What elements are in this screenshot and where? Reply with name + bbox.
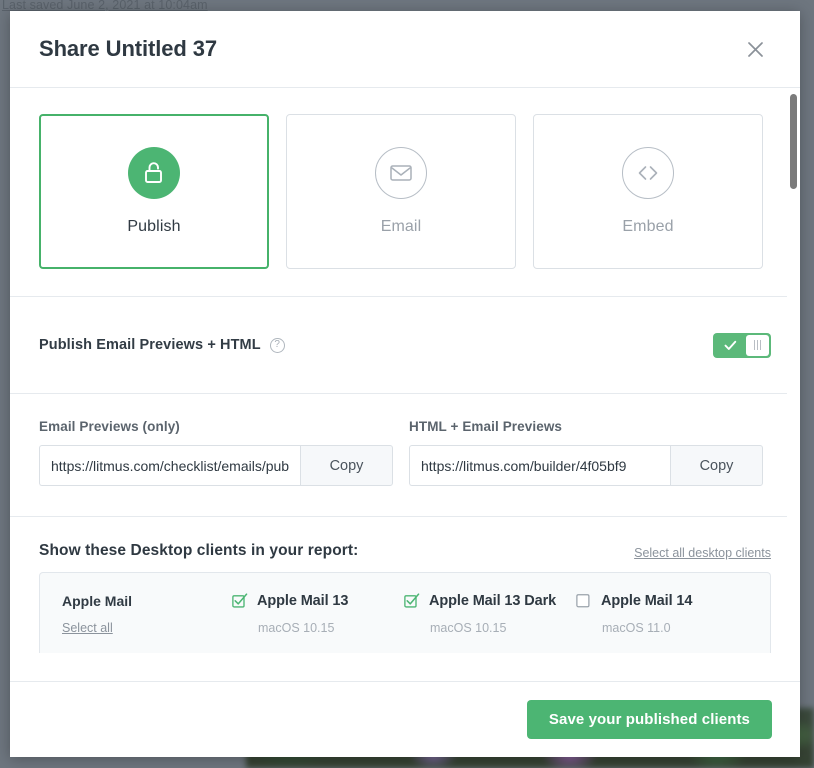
client-checkbox-row[interactable]: Apple Mail 14 — [576, 593, 748, 609]
modal-footer: Save your published clients — [10, 681, 800, 757]
share-option-label: Embed — [622, 218, 673, 236]
email-previews-url-label: Email Previews (only) — [39, 419, 393, 434]
client-group-title: Apple Mail — [62, 593, 232, 609]
client-os-version: macOS 11.0 — [576, 621, 748, 635]
question-mark-icon[interactable]: ? — [270, 338, 285, 353]
toggle-knob[interactable] — [746, 335, 769, 356]
publish-toggle-label-group: Publish Email Previews + HTML ? — [39, 337, 285, 353]
email-previews-url-group: Email Previews (only) Copy — [39, 419, 393, 486]
code-icon — [622, 147, 674, 199]
email-previews-url-row: Copy — [39, 445, 393, 486]
publish-toggle-switch[interactable] — [713, 333, 771, 358]
client-item-apple-mail-13-dark: Apple Mail 13 Dark macOS 10.15 — [404, 593, 576, 635]
check-icon — [715, 340, 746, 351]
client-checkbox-row[interactable]: Apple Mail 13 — [232, 593, 404, 609]
checkbox-checked-icon[interactable] — [404, 593, 420, 609]
copy-email-previews-url-button[interactable]: Copy — [300, 445, 393, 486]
share-option-label: Email — [381, 218, 422, 236]
publish-toggle-label: Publish Email Previews + HTML — [39, 337, 261, 353]
checkbox-unchecked-icon[interactable] — [576, 593, 592, 609]
html-email-previews-url-row: Copy — [409, 445, 763, 486]
publish-toggle-row: Publish Email Previews + HTML ? — [10, 297, 800, 394]
html-email-previews-url-input[interactable] — [409, 445, 670, 486]
desktop-clients-header: Show these Desktop clients in your repor… — [39, 542, 771, 560]
client-name: Apple Mail 13 Dark — [429, 593, 556, 609]
client-item-apple-mail-13: Apple Mail 13 macOS 10.15 — [232, 593, 404, 635]
client-group-apple-mail: Apple Mail Select all Apple Mail 13 — [39, 572, 771, 653]
save-published-clients-button[interactable]: Save your published clients — [527, 700, 772, 739]
share-option-label: Publish — [127, 218, 180, 236]
share-option-embed[interactable]: Embed — [533, 114, 763, 269]
share-option-publish[interactable]: Publish — [39, 114, 269, 269]
modal-scrollbar-thumb[interactable] — [790, 94, 797, 189]
envelope-icon — [375, 147, 427, 199]
html-email-previews-url-label: HTML + Email Previews — [409, 419, 763, 434]
html-email-previews-url-group: HTML + Email Previews Copy — [409, 419, 763, 486]
page-title: Share Untitled 37 — [39, 36, 217, 62]
client-name: Apple Mail 13 — [257, 593, 348, 609]
select-all-desktop-clients-link[interactable]: Select all desktop clients — [634, 546, 771, 560]
client-os-version: macOS 10.15 — [404, 621, 576, 635]
client-group-name-block: Apple Mail Select all — [62, 593, 232, 635]
desktop-clients-section: Show these Desktop clients in your repor… — [10, 517, 800, 653]
unlock-icon — [128, 147, 180, 199]
share-option-cards: Publish Email — [10, 88, 800, 297]
client-name: Apple Mail 14 — [601, 593, 692, 609]
share-modal: Share Untitled 37 Publish — [10, 11, 800, 757]
modal-scrollbar[interactable] — [787, 88, 800, 681]
client-checkbox-row[interactable]: Apple Mail 13 Dark — [404, 593, 576, 609]
client-group-select-all-link[interactable]: Select all — [62, 621, 232, 635]
close-icon[interactable] — [738, 32, 772, 66]
share-option-email[interactable]: Email — [286, 114, 516, 269]
page-backdrop: Last saved June 2, 2021 at 10:04am Share… — [0, 0, 814, 768]
desktop-clients-title: Show these Desktop clients in your repor… — [39, 542, 358, 560]
copy-html-email-previews-url-button[interactable]: Copy — [670, 445, 763, 486]
modal-body: Publish Email — [10, 88, 800, 681]
checkbox-checked-icon[interactable] — [232, 593, 248, 609]
client-os-version: macOS 10.15 — [232, 621, 404, 635]
email-previews-url-input[interactable] — [39, 445, 300, 486]
modal-header: Share Untitled 37 — [10, 11, 800, 88]
share-urls-section: Email Previews (only) Copy HTML + Email … — [10, 394, 800, 517]
client-item-apple-mail-14: Apple Mail 14 macOS 11.0 — [576, 593, 748, 635]
